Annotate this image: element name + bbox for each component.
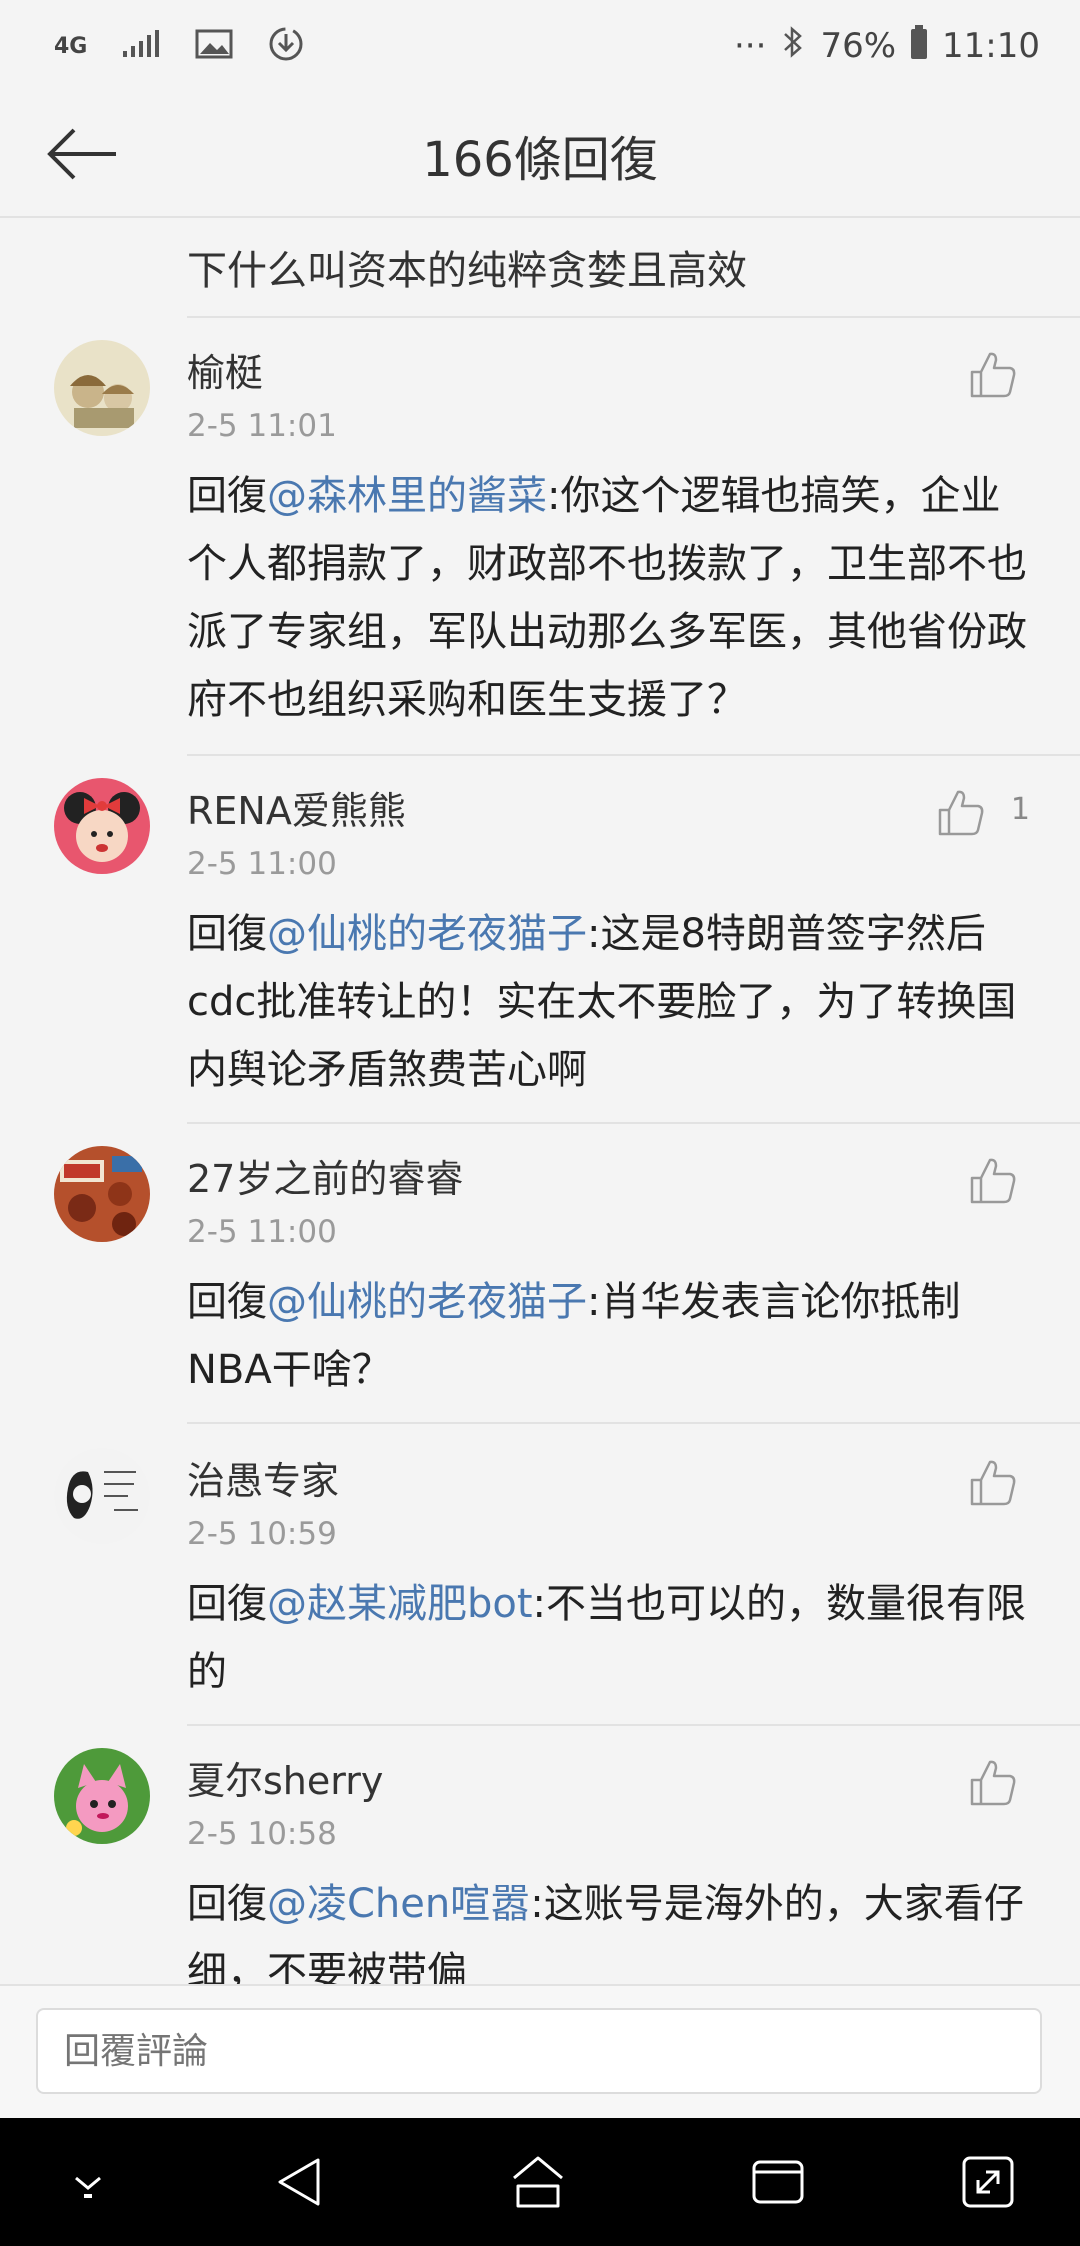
home-icon[interactable] xyxy=(508,2152,568,2212)
thumbs-up-icon[interactable] xyxy=(936,788,986,838)
reply-prefix: 回復 xyxy=(187,473,267,519)
divider xyxy=(187,316,1080,318)
battery-icon xyxy=(910,24,928,69)
divider xyxy=(187,1724,1080,1726)
download-icon xyxy=(267,25,305,67)
like-count: 1 xyxy=(1010,792,1030,827)
divider xyxy=(187,1422,1080,1424)
avatar[interactable] xyxy=(54,1146,150,1242)
reply-bar xyxy=(0,1984,1080,2120)
network-type: 4G xyxy=(54,33,88,59)
system-nav-bar xyxy=(0,2118,1080,2246)
user-name[interactable]: 治愚专家 xyxy=(187,1450,339,1505)
header: 166條回復 xyxy=(0,92,1080,218)
mention-link[interactable]: @仙桃的老夜猫子 xyxy=(267,911,587,957)
comment-list[interactable]: 下什么叫资本的纯粹贪婪且高效 榆梃 2-5 11:01 回復@森林里的酱菜:你这… xyxy=(0,218,1080,1984)
thumbs-up-icon[interactable] xyxy=(968,1758,1018,1808)
thumbs-up-icon[interactable] xyxy=(968,1156,1018,1206)
comment-time: 2-5 11:00 xyxy=(187,1214,337,1250)
divider xyxy=(187,754,1080,756)
avatar[interactable] xyxy=(54,340,150,436)
status-bar: 4G ··· 76% 11:10 xyxy=(0,0,1080,92)
thumbs-up-icon[interactable] xyxy=(968,350,1018,400)
comment-text: 回復@凌Chen喧嚣:这账号是海外的，大家看仔细，不要被带偏 xyxy=(187,1870,1034,1984)
signal-icon xyxy=(121,29,161,63)
mention-link[interactable]: @赵某减肥bot xyxy=(267,1581,533,1627)
mention-link[interactable]: @凌Chen喧嚣 xyxy=(267,1881,530,1927)
divider xyxy=(187,1122,1080,1124)
user-name[interactable]: 榆梃 xyxy=(187,342,263,397)
hide-keyboard-icon[interactable] xyxy=(58,2152,118,2212)
comment-time: 2-5 10:59 xyxy=(187,1516,337,1552)
avatar[interactable] xyxy=(54,1448,150,1544)
reply-prefix: 回復 xyxy=(187,911,267,957)
mention-link[interactable]: @仙桃的老夜猫子 xyxy=(267,1279,587,1325)
battery-percent: 76% xyxy=(820,26,897,66)
previous-comment-tail: 下什么叫资本的纯粹贪婪且高效 xyxy=(187,248,747,294)
recent-apps-icon[interactable] xyxy=(748,2152,808,2212)
user-name[interactable]: 夏尔sherry xyxy=(187,1750,383,1805)
avatar[interactable] xyxy=(54,1748,150,1844)
comment-time: 2-5 11:00 xyxy=(187,846,337,882)
more-dots: ··· xyxy=(734,26,767,66)
avatar[interactable] xyxy=(54,778,150,874)
reply-prefix: 回復 xyxy=(187,1279,267,1325)
reply-input[interactable] xyxy=(36,2008,1042,2094)
thumbs-up-icon[interactable] xyxy=(968,1458,1018,1508)
bluetooth-icon xyxy=(780,24,806,69)
comment-text: 回復@赵某减肥bot:不当也可以的，数量很有限的 xyxy=(187,1570,1034,1706)
comment-text: 回復@仙桃的老夜猫子:这是8特朗普签字然后cdc批准转让的！实在太不要脸了，为了… xyxy=(187,900,1034,1104)
comment-text: 回復@仙桃的老夜猫子:肖华发表言论你抵制NBA干啥？ xyxy=(187,1268,1034,1404)
user-name[interactable]: RENA爱熊熊 xyxy=(187,780,406,835)
expand-icon[interactable] xyxy=(958,2152,1018,2212)
user-name[interactable]: 27岁之前的睿睿 xyxy=(187,1148,463,1203)
reply-prefix: 回復 xyxy=(187,1881,267,1927)
reply-prefix: 回復 xyxy=(187,1581,267,1627)
clock: 11:10 xyxy=(942,26,1040,66)
back-icon[interactable] xyxy=(270,2152,330,2212)
page-title: 166條回復 xyxy=(422,132,658,188)
comment-time: 2-5 10:58 xyxy=(187,1816,337,1852)
comment-text: 回復@森林里的酱菜:你这个逻辑也搞笑，企业个人都捐款了，财政部不也拨款了，卫生部… xyxy=(187,462,1034,734)
image-icon xyxy=(195,29,233,63)
mention-link[interactable]: @森林里的酱菜 xyxy=(267,473,547,519)
comment-time: 2-5 11:01 xyxy=(187,408,337,444)
